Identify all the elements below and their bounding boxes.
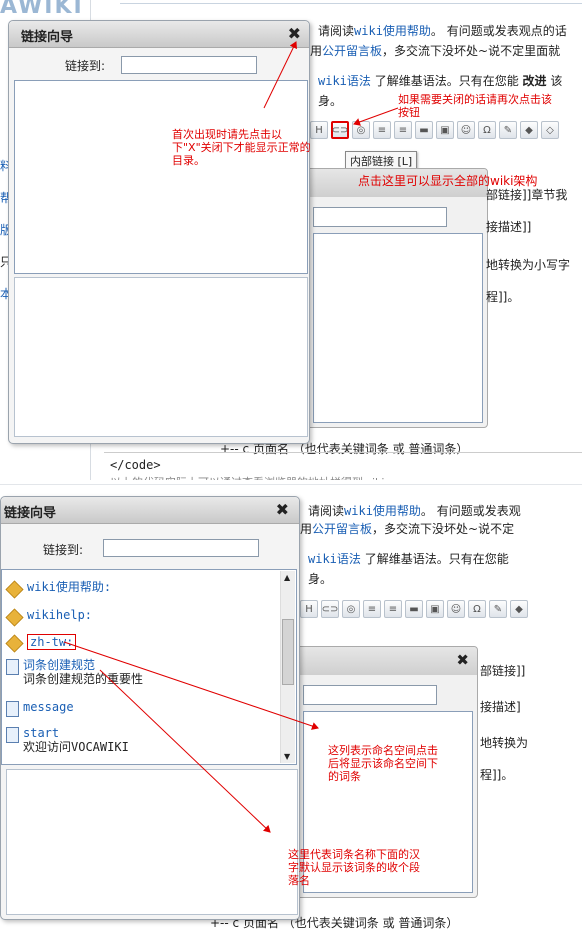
arrow-to-link-button bbox=[353, 107, 399, 126]
annotation-arrows bbox=[63, 41, 399, 833]
arrow-to-close bbox=[263, 41, 297, 109]
arrow-entry-name bbox=[99, 669, 271, 833]
arrow-namespace bbox=[63, 641, 319, 730]
